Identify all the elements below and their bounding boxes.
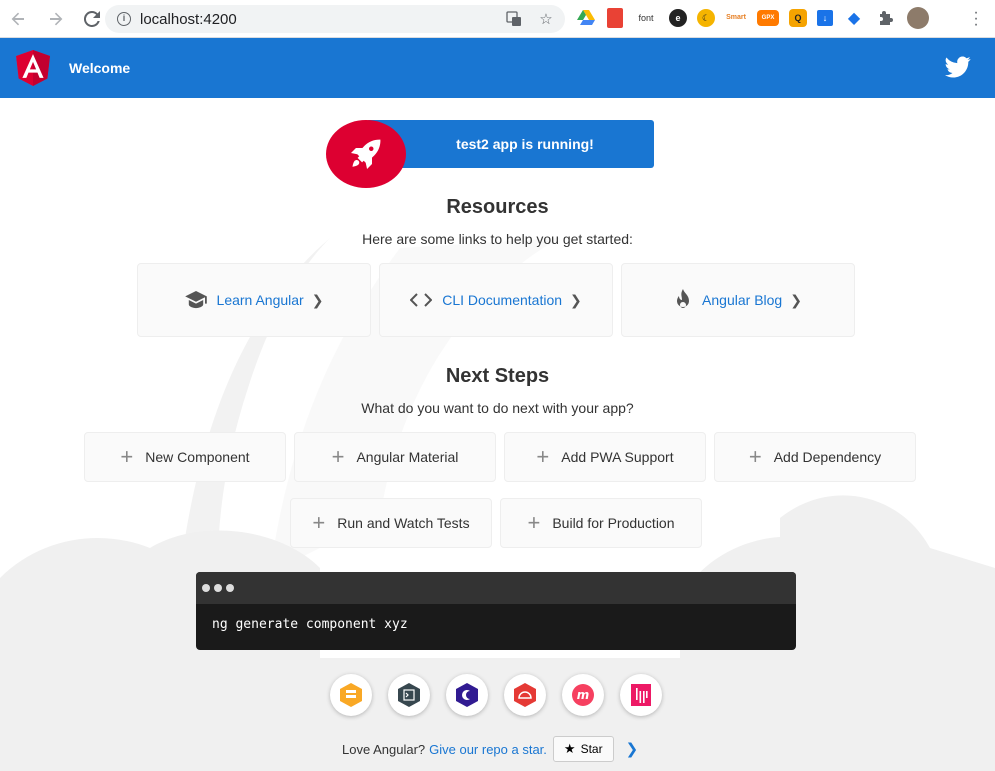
chevron-right-icon[interactable]: ❯ [626, 740, 639, 758]
new-component-button[interactable]: + New Component [84, 432, 286, 482]
running-text: test2 app is running! [456, 136, 594, 152]
bookmark-star-icon[interactable]: ☆ [537, 10, 555, 28]
add-dependency-button[interactable]: + Add Dependency [714, 432, 916, 482]
smart-extension-icon[interactable]: Smart [725, 7, 747, 29]
next-steps-title: Next Steps [445, 365, 550, 387]
pdf-extension-icon[interactable] [607, 8, 623, 28]
animations-icon [340, 683, 362, 707]
angular-blog-card[interactable]: Angular Blog ❯ [621, 263, 855, 337]
learn-angular-card[interactable]: Learn Angular ❯ [137, 263, 371, 337]
protractor-link[interactable] [504, 674, 546, 716]
profile-avatar[interactable] [907, 7, 929, 29]
plus-icon: + [120, 444, 134, 469]
extensions-bar: font e ☾ Smart GPX Q ↓ ◆ [575, 7, 929, 29]
love-angular-text: Love Angular? [342, 741, 426, 757]
meetup-link[interactable]: m [562, 674, 604, 716]
cli-link[interactable] [388, 674, 430, 716]
graduation-cap-icon [184, 291, 207, 309]
protractor-icon [514, 683, 536, 707]
resources-subtitle: Here are some links to help you get star… [362, 231, 633, 247]
forward-arrow-icon[interactable] [44, 7, 68, 31]
terminal-window: ng generate component xyz [196, 572, 796, 650]
github-star-button[interactable]: ★ Star [552, 736, 614, 762]
step-label: Add Dependency [773, 449, 882, 465]
chevron-right-icon: ❯ [311, 291, 324, 308]
star-label: Star [580, 742, 603, 756]
star-icon: ★ [563, 741, 576, 756]
q-extension-icon[interactable]: Q [789, 9, 807, 27]
svg-text:m: m [577, 688, 590, 702]
plus-icon: + [331, 444, 345, 469]
main-content: test2 app is running! Resources Here are… [0, 98, 995, 771]
back-arrow-icon[interactable] [6, 7, 30, 31]
toolbar-title: Welcome [69, 60, 131, 76]
augury-icon [456, 683, 478, 707]
moon-extension-icon[interactable]: ☾ [697, 9, 715, 27]
step-label: Run and Watch Tests [337, 515, 470, 531]
gitter-icon [631, 684, 651, 706]
build-for-production-button[interactable]: + Build for Production [500, 498, 702, 548]
running-banner: test2 app is running! [366, 120, 654, 168]
terminal-command: ng generate component xyz [212, 617, 408, 632]
cli-documentation-label: CLI Documentation [442, 292, 563, 308]
window-dot-icon [202, 584, 210, 592]
site-info-icon[interactable]: i [117, 12, 131, 26]
learn-angular-label: Learn Angular [216, 292, 304, 308]
address-bar[interactable]: i localhost:4200 ☆ [105, 5, 565, 33]
window-dot-icon [226, 584, 234, 592]
url-text: localhost:4200 [140, 10, 237, 28]
footer: Love Angular? Give our repo a star. ★ St… [342, 736, 638, 762]
chevron-right-icon: ❯ [790, 291, 802, 308]
terminal-icon [398, 683, 420, 707]
font-extension-icon[interactable]: font [633, 7, 659, 29]
plus-icon: + [527, 510, 541, 535]
twitter-icon[interactable] [945, 54, 971, 80]
window-dot-icon [214, 584, 222, 592]
reload-icon[interactable] [80, 7, 104, 31]
add-pwa-support-button[interactable]: + Add PWA Support [504, 432, 706, 482]
animations-link[interactable] [330, 674, 372, 716]
step-label: New Component [145, 449, 250, 465]
augury-link[interactable] [446, 674, 488, 716]
code-brackets-icon [410, 293, 433, 307]
plus-icon: + [748, 444, 762, 469]
plus-icon: + [536, 444, 550, 469]
rocket-icon [351, 139, 381, 169]
resources-title: Resources [446, 196, 549, 218]
terminal-title-bar [196, 572, 796, 604]
step-label: Add PWA Support [561, 449, 674, 465]
next-steps-subtitle: What do you want to do next with your ap… [361, 400, 634, 416]
translate-icon[interactable] [505, 10, 523, 28]
graduation-extension-icon[interactable]: ◆ [843, 7, 865, 29]
e-extension-icon[interactable]: e [669, 9, 687, 27]
step-label: Angular Material [356, 449, 459, 465]
repo-star-link[interactable]: Give our repo a star. [429, 742, 547, 757]
run-and-watch-tests-button[interactable]: + Run and Watch Tests [290, 498, 492, 548]
flame-icon [674, 289, 692, 311]
download-extension-icon[interactable]: ↓ [817, 10, 833, 26]
browser-menu-icon[interactable]: · · · [971, 5, 981, 33]
browser-toolbar: i localhost:4200 ☆ font e ☾ Smart GPX Q … [0, 0, 995, 38]
angular-logo-icon [16, 50, 50, 86]
plus-icon: + [312, 510, 326, 535]
angular-blog-label: Angular Blog [702, 292, 783, 308]
chevron-right-icon: ❯ [570, 291, 582, 308]
gitter-link[interactable] [620, 674, 662, 716]
drive-icon[interactable] [575, 7, 597, 29]
rocket-badge [326, 120, 406, 188]
step-label: Build for Production [552, 515, 675, 531]
cli-documentation-card[interactable]: CLI Documentation ❯ [379, 263, 613, 337]
gpx-extension-icon[interactable]: GPX [757, 10, 779, 26]
angular-material-button[interactable]: + Angular Material [294, 432, 496, 482]
puzzle-extensions-icon[interactable] [875, 7, 897, 29]
meetup-icon: m [572, 684, 594, 706]
app-toolbar: Welcome [0, 38, 995, 98]
